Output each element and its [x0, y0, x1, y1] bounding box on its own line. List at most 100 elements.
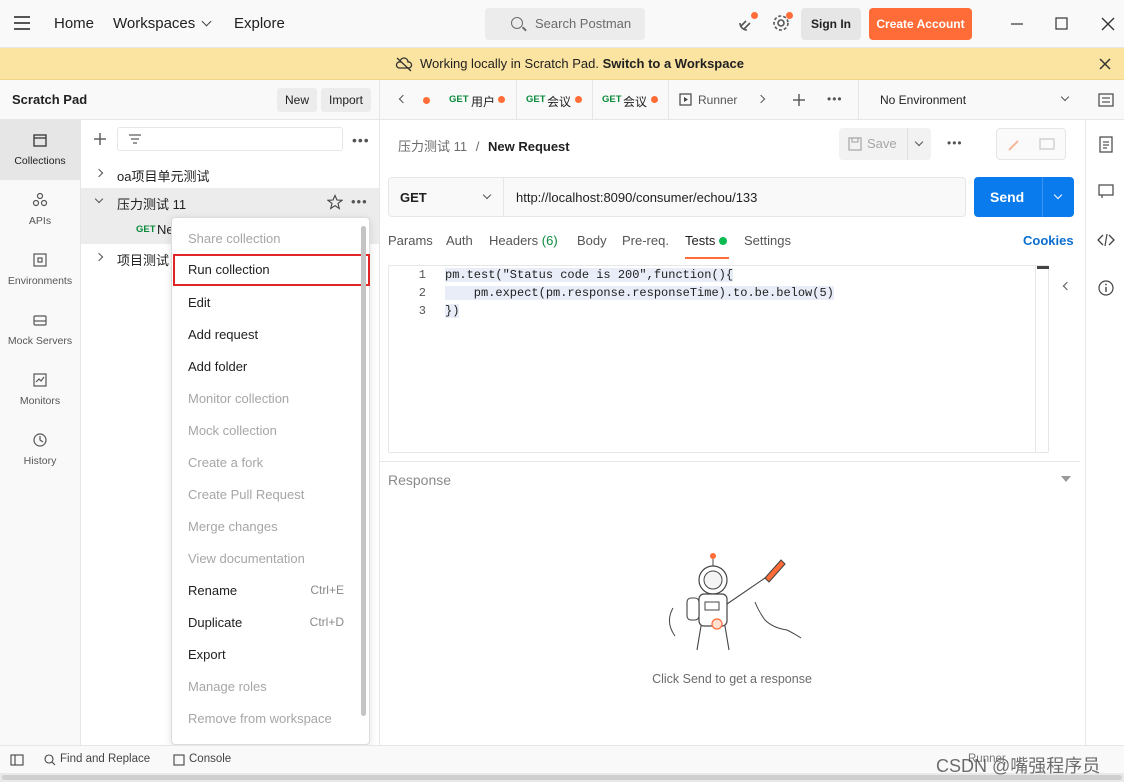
menu-item-create-fork[interactable]: Create a fork — [172, 447, 360, 479]
tab-runner[interactable]: Runner — [668, 80, 738, 120]
console-button[interactable]: Console — [173, 753, 232, 766]
new-tab-icon[interactable] — [792, 93, 806, 107]
sidebar-item-mock-servers[interactable]: Mock Servers — [0, 300, 80, 360]
menu-item-view-documentation[interactable]: View documentation — [172, 543, 360, 575]
sidebar-item-collections[interactable]: Collections — [0, 120, 80, 180]
maximize-icon[interactable] — [1050, 12, 1074, 36]
environment-selector[interactable]: No Environment — [858, 80, 1080, 120]
nav-explore[interactable]: Explore — [234, 15, 285, 32]
hamburger-menu-icon[interactable] — [14, 16, 30, 30]
breadcrumb-collection[interactable]: 压力测试 11 — [398, 139, 467, 154]
switch-workspace-link[interactable]: Switch to a Workspace — [603, 56, 744, 71]
chevron-left-icon[interactable] — [398, 94, 408, 104]
star-icon[interactable] — [327, 194, 343, 210]
menu-item-run-collection[interactable]: Run collection — [173, 254, 370, 286]
tree-item-label: 压力测试 11 — [117, 197, 187, 212]
search-placeholder: Search Postman — [535, 16, 632, 31]
method-selector[interactable]: GET — [389, 178, 504, 216]
tree-item-collection-expanded[interactable]: 压力测试 11 ••• — [81, 188, 379, 216]
menu-item-mock-collection[interactable]: Mock collection — [172, 415, 360, 447]
menu-item-add-request[interactable]: Add request — [172, 319, 360, 351]
add-collection-icon[interactable] — [93, 132, 107, 146]
menu-item-label: Remove from workspace — [188, 711, 332, 726]
satellite-icon[interactable] — [736, 12, 760, 36]
sidebar-label: Mock Servers — [7, 335, 73, 347]
menu-item-add-folder[interactable]: Add folder — [172, 351, 360, 383]
sidebar-item-history[interactable]: History — [0, 420, 80, 480]
url-input[interactable]: http://localhost:8090/consumer/echou/133 — [516, 190, 757, 205]
menu-item-remove-from-workspace[interactable]: Remove from workspace — [172, 703, 360, 735]
tab-request-2[interactable]: GET 会议 — [516, 80, 592, 120]
close-icon[interactable] — [1096, 12, 1120, 36]
menu-item-share-collection[interactable]: Share collection — [172, 223, 360, 255]
tab-pre-request[interactable]: Pre-req. — [622, 233, 669, 248]
code-line-2: pm.expect(pm.response.responseTime).to.b… — [445, 286, 834, 300]
sidebar-item-environments[interactable]: Environments — [0, 240, 80, 300]
tab-auth[interactable]: Auth — [446, 233, 473, 248]
filter-icon — [129, 134, 141, 144]
menu-item-merge-changes[interactable]: Merge changes — [172, 511, 360, 543]
tab-request-3[interactable]: GET 会议 — [592, 80, 667, 120]
tab-tests[interactable]: Tests — [685, 233, 715, 248]
unsaved-dot — [498, 96, 505, 103]
editor-scroll-thumb[interactable] — [1037, 266, 1049, 269]
sidebar-label: History — [23, 455, 57, 467]
info-icon[interactable] — [1098, 280, 1114, 296]
comments-icon[interactable] — [1098, 183, 1114, 199]
nav-workspaces[interactable]: Workspaces — [113, 15, 212, 32]
banner-close-icon[interactable] — [1098, 57, 1112, 71]
tabs-more-icon[interactable]: ••• — [827, 92, 843, 106]
tree-item-label: oa项目单元测试 — [117, 169, 210, 184]
search-box[interactable]: Search Postman — [485, 8, 645, 40]
tab-params[interactable]: Params — [388, 233, 433, 248]
cookies-link[interactable]: Cookies — [1023, 233, 1074, 248]
code-icon[interactable] — [1097, 232, 1115, 248]
find-replace-button[interactable]: Find and Replace — [44, 753, 150, 766]
console-label: Console — [189, 753, 232, 765]
request-name[interactable]: New Request — [488, 139, 570, 154]
save-button[interactable]: Save — [839, 128, 931, 160]
tab-headers[interactable]: Headers (6) — [489, 233, 558, 248]
chevron-right-icon[interactable] — [756, 94, 766, 104]
tab-request-1[interactable]: GET 用户 — [440, 80, 515, 120]
sidebar-item-apis[interactable]: APIs — [0, 180, 80, 240]
menu-item-create-pull-request[interactable]: Create Pull Request — [172, 479, 360, 511]
notification-dot — [786, 12, 793, 19]
edit-pencil-icon[interactable] — [1006, 137, 1022, 153]
collection-more-icon[interactable]: ••• — [351, 194, 368, 209]
api-docs-icon[interactable] — [1098, 92, 1114, 108]
menu-item-rename[interactable]: Rename Ctrl+E — [172, 575, 360, 607]
more-options-icon[interactable]: ••• — [352, 132, 370, 148]
menu-item-label: Add folder — [188, 359, 248, 374]
menu-item-label: Run collection — [188, 262, 270, 277]
new-button[interactable]: New — [277, 88, 318, 112]
collapse-panel-icon[interactable] — [1062, 281, 1072, 291]
sign-in-button[interactable]: Sign In — [801, 8, 861, 40]
menu-item-export[interactable]: Export — [172, 639, 360, 671]
menu-item-duplicate[interactable]: Duplicate Ctrl+D — [172, 607, 360, 639]
sidebar-item-monitors[interactable]: Monitors — [0, 360, 80, 420]
menu-item-edit[interactable]: Edit — [172, 287, 360, 319]
tree-item-collection[interactable]: oa项目单元测试 — [81, 160, 379, 188]
toggle-sidebar-icon[interactable] — [10, 753, 24, 767]
comment-icon[interactable] — [1039, 137, 1055, 153]
tab-body[interactable]: Body — [577, 233, 607, 248]
send-options-chevron-icon[interactable] — [1053, 190, 1063, 200]
minimize-icon[interactable] — [1005, 12, 1029, 36]
collections-filter-input[interactable] — [117, 127, 343, 151]
menu-scrollbar[interactable] — [361, 226, 366, 716]
create-account-button[interactable]: Create Account — [869, 8, 972, 40]
tab-settings[interactable]: Settings — [744, 233, 791, 248]
request-more-icon[interactable]: ••• — [947, 136, 963, 150]
import-button[interactable]: Import — [321, 88, 372, 112]
tab-label: 会议 — [623, 95, 648, 109]
settings-gear-icon[interactable] — [770, 12, 794, 36]
menu-item-manage-roles[interactable]: Manage roles — [172, 671, 360, 703]
documentation-icon[interactable] — [1098, 136, 1114, 154]
response-title: Response — [388, 472, 452, 488]
nav-home[interactable]: Home — [54, 15, 94, 32]
menu-item-monitor-collection[interactable]: Monitor collection — [172, 383, 360, 415]
response-toggle-icon[interactable] — [1061, 476, 1071, 482]
chevron-down-icon[interactable] — [914, 137, 924, 147]
send-button[interactable]: Send — [974, 177, 1074, 217]
